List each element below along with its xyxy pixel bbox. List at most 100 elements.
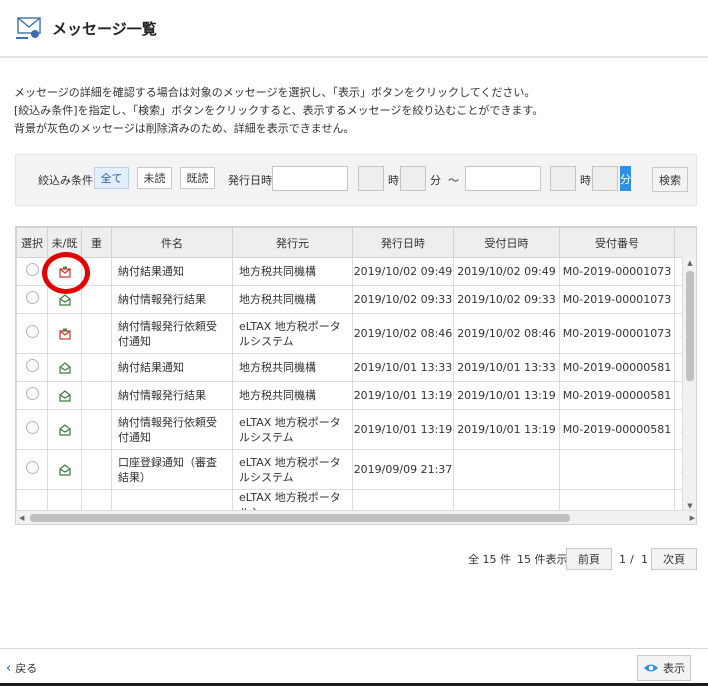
filter-read-button[interactable]: 既読 bbox=[180, 167, 215, 189]
vertical-scroll-thumb[interactable] bbox=[686, 271, 694, 381]
filter-all-button[interactable]: 全て bbox=[94, 167, 129, 189]
select-cell[interactable] bbox=[16, 257, 48, 286]
instructions: メッセージの詳細を確認する場合は対象のメッセージを選択し、「表示」ボタンをクリッ… bbox=[14, 84, 704, 138]
importance-cell bbox=[81, 353, 112, 382]
issued-date-cell: 2019/10/01 13:33 bbox=[352, 353, 454, 382]
eye-icon bbox=[644, 664, 658, 672]
table-row[interactable]: 納付結果通知 地方税共同機構 2019/10/02 09:49 2019/10/02 … bbox=[16, 257, 696, 286]
column-header-importance[interactable]: 重 bbox=[81, 227, 112, 258]
received-date-cell bbox=[453, 449, 560, 490]
start-date-input[interactable] bbox=[272, 166, 348, 191]
column-header-subject[interactable]: 件名 bbox=[111, 227, 233, 258]
issuer-cell: eLTAX 地方税ポータルシステム bbox=[232, 449, 353, 490]
horizontal-scroll-thumb[interactable] bbox=[30, 514, 570, 522]
total-pages: 1 bbox=[641, 552, 648, 566]
scroll-left-arrow[interactable]: ◀ bbox=[19, 511, 24, 524]
vertical-scrollbar[interactable]: ▲ ▼ bbox=[682, 257, 696, 512]
read-envelope-icon bbox=[58, 464, 71, 476]
start-minute-input[interactable] bbox=[400, 166, 426, 191]
select-radio[interactable] bbox=[25, 291, 39, 304]
issued-date-cell: 2019/09/09 21:37 bbox=[352, 449, 454, 490]
issued-date-cell: 2019/10/02 09:33 bbox=[352, 285, 454, 314]
hour-label: 時 bbox=[580, 174, 591, 187]
issuer-cell: eLTAX 地方税ポータルシステム bbox=[232, 313, 353, 354]
received-date-cell: 2019/10/02 09:33 bbox=[453, 285, 560, 314]
scroll-up-arrow[interactable]: ▲ bbox=[683, 257, 696, 269]
read-envelope-icon bbox=[58, 424, 71, 436]
select-radio[interactable] bbox=[25, 387, 39, 400]
column-header-select[interactable]: 選択 bbox=[16, 227, 48, 258]
issuer-cell: 地方税共同機構 bbox=[232, 285, 353, 314]
select-cell[interactable] bbox=[16, 381, 48, 410]
select-cell[interactable] bbox=[16, 449, 48, 490]
importance-cell bbox=[81, 285, 112, 314]
received-date-cell: 2019/10/01 13:19 bbox=[453, 381, 560, 410]
back-link[interactable]: ‹ 戻る bbox=[6, 660, 37, 676]
received-date-cell: 2019/10/01 13:19 bbox=[453, 409, 560, 450]
subject-cell[interactable]: 納付情報発行結果 bbox=[111, 381, 233, 410]
read-status-cell bbox=[47, 353, 82, 382]
column-header-receipt-number[interactable]: 受付番号 bbox=[559, 227, 675, 258]
prev-page-button[interactable]: 前頁 bbox=[566, 548, 612, 570]
column-header-read-status[interactable]: 未/既 bbox=[47, 227, 82, 258]
column-header-received-date[interactable]: 受付日時 bbox=[453, 227, 560, 258]
importance-cell bbox=[81, 313, 112, 354]
show-button[interactable]: 表示 bbox=[637, 655, 691, 681]
search-button[interactable]: 検索 bbox=[652, 167, 688, 192]
subject-cell[interactable]: 納付情報発行依頼受付通知 bbox=[111, 409, 233, 450]
end-date-input[interactable] bbox=[465, 166, 541, 191]
read-status-cell bbox=[47, 449, 82, 490]
select-cell[interactable] bbox=[16, 285, 48, 314]
table-row[interactable]: 納付結果通知 地方税共同機構 2019/10/01 13:33 2019/10/01 … bbox=[16, 353, 696, 382]
header-divider bbox=[0, 56, 708, 58]
page-slash: / bbox=[630, 552, 634, 566]
range-tilde: ～ bbox=[448, 174, 459, 187]
select-radio[interactable] bbox=[25, 325, 39, 338]
receipt-number-cell: M0-2019-00001073 bbox=[559, 313, 675, 354]
read-envelope-icon bbox=[58, 294, 71, 306]
instruction-line: [絞込み条件]を指定し、「検索」ボタンをクリックすると、表示するメッセージを絞り… bbox=[14, 104, 544, 117]
subject-cell[interactable]: 納付情報発行依頼受付通知 bbox=[111, 313, 233, 354]
receipt-number-cell: M0-2019-00001073 bbox=[559, 257, 675, 286]
select-radio[interactable] bbox=[25, 359, 39, 372]
select-cell[interactable] bbox=[16, 313, 48, 354]
receipt-number-cell: M0-2019-00000581 bbox=[559, 353, 675, 382]
horizontal-scrollbar[interactable]: ◀ ▶ bbox=[16, 510, 696, 524]
issued-date-cell: 2019/10/02 08:46 bbox=[352, 313, 454, 354]
scroll-right-arrow[interactable]: ▶ bbox=[690, 511, 695, 524]
table-header-row: 選択 未/既 重 件名 発行元 発行日時 受付日時 受付番号 bbox=[16, 227, 696, 258]
select-radio[interactable] bbox=[25, 263, 39, 276]
subject-cell[interactable]: 納付情報発行結果 bbox=[111, 285, 233, 314]
table-row[interactable]: 口座登録通知（審査結果） eLTAX 地方税ポータルシステム 2019/09/09 … bbox=[16, 449, 696, 490]
read-envelope-icon bbox=[58, 390, 71, 402]
hour-label: 時 bbox=[388, 174, 399, 187]
instruction-line: 背景が灰色のメッセージは削除済みのため、詳細を表示できません。 bbox=[14, 122, 355, 135]
table-row[interactable]: 納付情報発行依頼受付通知 eLTAX 地方税ポータルシステム 2019/10/01 … bbox=[16, 409, 696, 450]
subject-cell[interactable]: 納付結果通知 bbox=[111, 353, 233, 382]
table-row[interactable]: 納付情報発行依頼受付通知 eLTAX 地方税ポータルシステム 2019/10/02 … bbox=[16, 313, 696, 354]
unread-envelope-icon bbox=[58, 328, 71, 340]
select-radio[interactable] bbox=[25, 461, 39, 474]
read-status-cell bbox=[47, 381, 82, 410]
start-hour-input[interactable] bbox=[358, 166, 384, 191]
end-minute-input[interactable] bbox=[592, 166, 618, 191]
read-status-cell bbox=[47, 257, 82, 286]
select-cell[interactable] bbox=[16, 353, 48, 382]
read-status-cell bbox=[47, 285, 82, 314]
date-label: 発行日時 bbox=[228, 174, 272, 187]
filter-unread-button[interactable]: 未読 bbox=[137, 167, 172, 189]
column-header-extra[interactable] bbox=[674, 227, 696, 258]
end-hour-input[interactable] bbox=[550, 166, 576, 191]
next-page-button[interactable]: 次頁 bbox=[651, 548, 697, 570]
table-row[interactable]: 納付情報発行結果 地方税共同機構 2019/10/01 13:19 2019/10/0… bbox=[16, 381, 696, 410]
read-status-cell bbox=[47, 313, 82, 354]
column-header-issued-date[interactable]: 発行日時 bbox=[352, 227, 454, 258]
table-row[interactable]: 納付情報発行結果 地方税共同機構 2019/10/02 09:33 2019/10/0… bbox=[16, 285, 696, 314]
received-date-cell: 2019/10/02 08:46 bbox=[453, 313, 560, 354]
subject-cell[interactable]: 納付結果通知 bbox=[111, 257, 233, 286]
select-cell[interactable] bbox=[16, 409, 48, 450]
select-radio[interactable] bbox=[25, 421, 39, 434]
column-header-issuer[interactable]: 発行元 bbox=[232, 227, 353, 258]
subject-cell[interactable]: 口座登録通知（審査結果） bbox=[111, 449, 233, 490]
received-date-cell: 2019/10/01 13:33 bbox=[453, 353, 560, 382]
